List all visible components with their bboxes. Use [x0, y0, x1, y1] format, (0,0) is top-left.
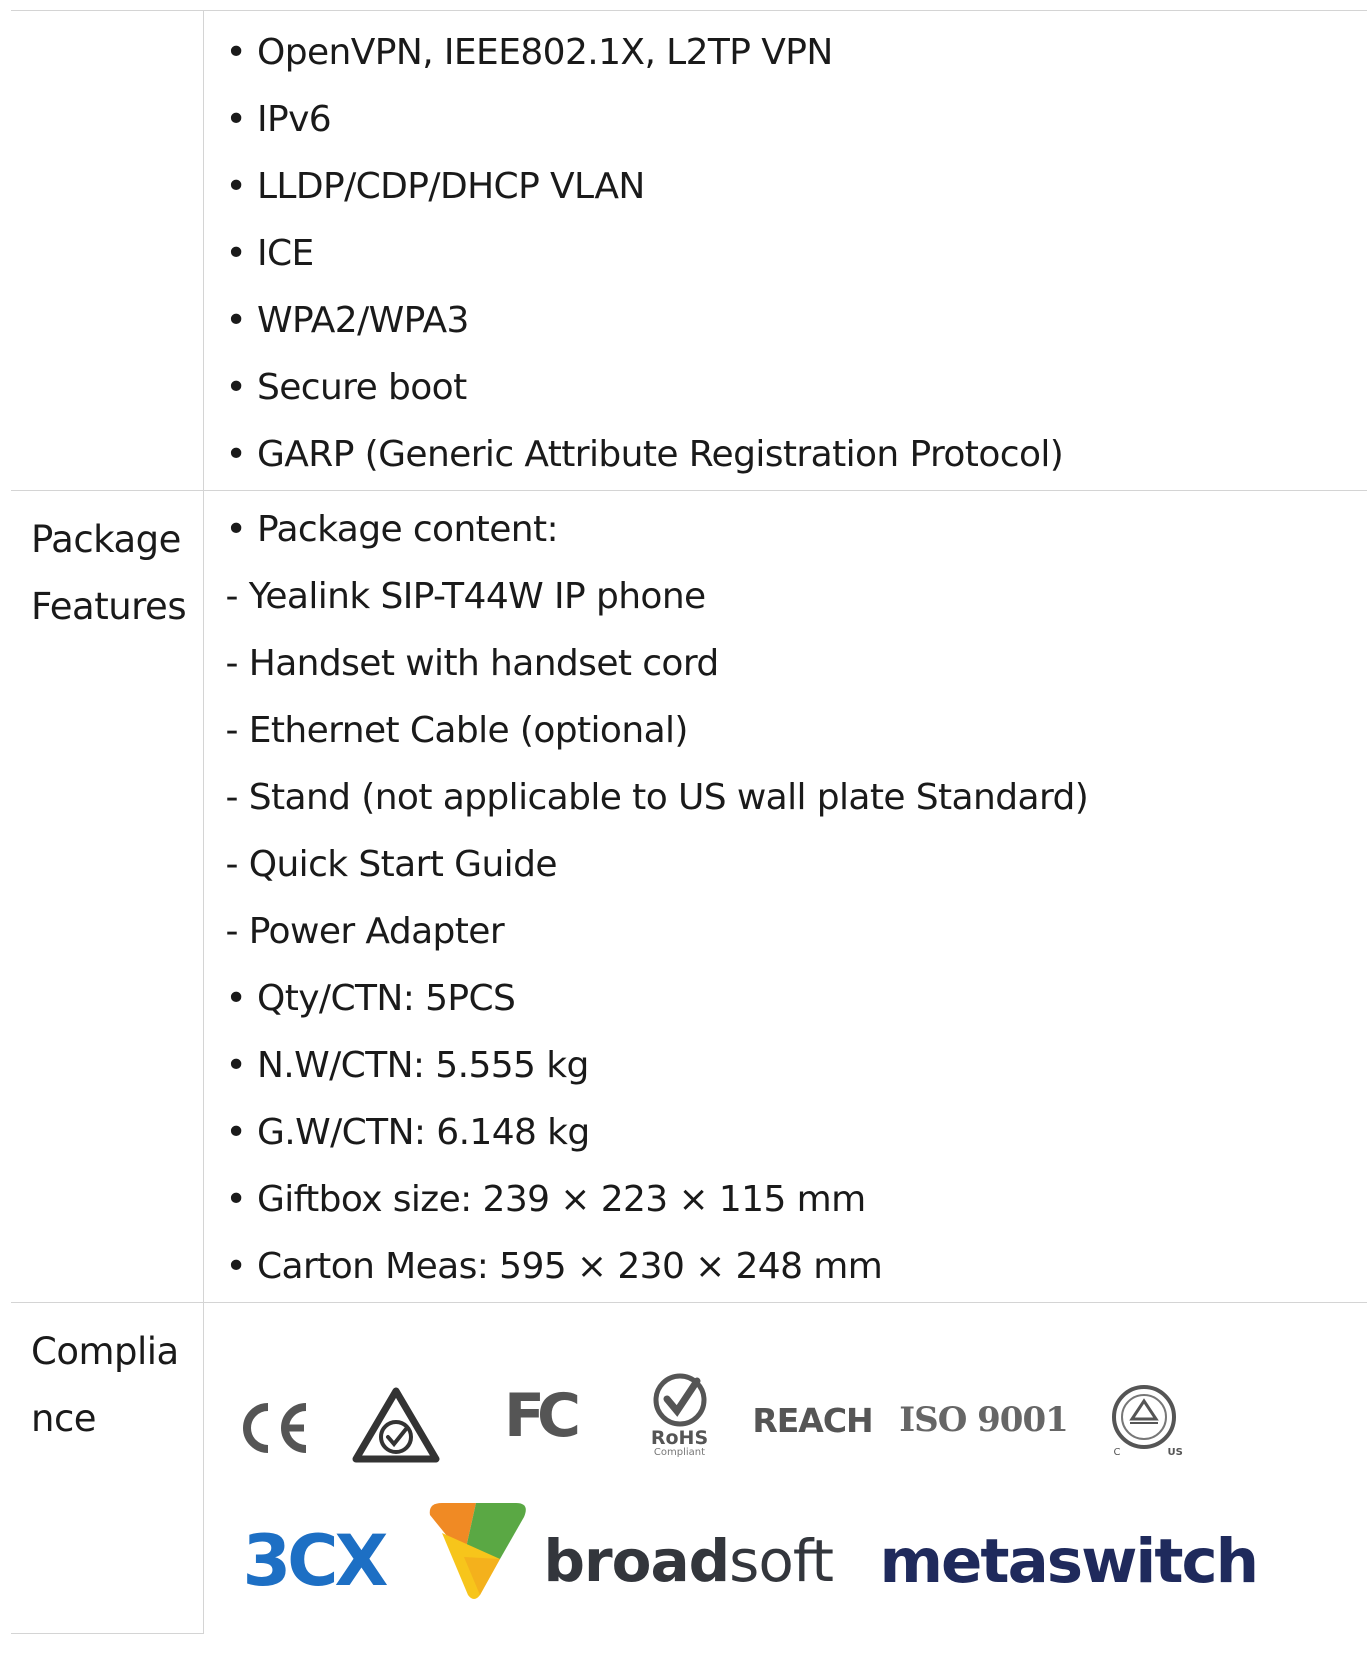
ce-mark-logo — [234, 1393, 314, 1463]
iso-9001-logo: ISO 9001 — [899, 1400, 1069, 1440]
list-item: • Qty/CTN: 5PCS — [225, 978, 516, 1019]
compliance-logos: FC RoHS Compliant REACH ISO 9001 C US 3C… — [204, 1303, 1367, 1633]
3cx-logo: 3CX — [242, 1520, 388, 1602]
list-item: • ICE — [225, 233, 315, 274]
broadsoft-mark-icon — [424, 1499, 532, 1603]
row-label-line: Features — [31, 585, 187, 628]
list-item: - Handset with handset cord — [225, 643, 720, 684]
row-label-line: Complia — [31, 1330, 179, 1373]
row-label-package-features: Package Features — [11, 491, 203, 640]
list-item: - Power Adapter — [225, 911, 505, 952]
tuv-mark-logo: C US — [1104, 1379, 1188, 1463]
list-item: • GARP (Generic Attribute Registration P… — [225, 434, 1064, 475]
broadsoft-wordmark: broad soft — [543, 1527, 834, 1595]
spec-row-package-features: Package Features • Package content: - Ye… — [11, 490, 1367, 1303]
list-item: - Ethernet Cable (optional) — [225, 710, 689, 751]
rohs-mark-logo: RoHS Compliant — [640, 1367, 720, 1463]
list-item: • Carton Meas: 595 × 230 × 248 mm — [225, 1246, 883, 1287]
list-item: • G.W/CTN: 6.148 kg — [225, 1112, 591, 1153]
row-label-line: Package — [31, 518, 181, 561]
rcm-mark-logo — [352, 1385, 440, 1465]
spec-table: • OpenVPN, IEEE802.1X, L2TP VPN • IPv6 •… — [11, 10, 1367, 1634]
list-item: • IPv6 — [225, 99, 332, 140]
list-item: • Secure boot — [225, 367, 468, 408]
list-item: - Stand (not applicable to US wall plate… — [225, 777, 1089, 818]
row-label-cell: Complia nce — [11, 1302, 204, 1634]
row-label-cell: Package Features — [11, 490, 204, 1303]
spec-row-compliance: Complia nce FC RoHS Compliant REACH ISO … — [11, 1302, 1367, 1634]
list-item: • N.W/CTN: 5.555 kg — [225, 1045, 590, 1086]
list-item: • WPA2/WPA3 — [225, 300, 470, 341]
spec-row-security: • OpenVPN, IEEE802.1X, L2TP VPN • IPv6 •… — [11, 10, 1367, 491]
list-item: • Package content: — [225, 509, 559, 550]
row-values-cell: • OpenVPN, IEEE802.1X, L2TP VPN • IPv6 •… — [203, 10, 1367, 491]
row-values-cell: • Package content: - Yealink SIP-T44W IP… — [203, 490, 1367, 1303]
row-label-line: nce — [31, 1397, 97, 1440]
list-item: • OpenVPN, IEEE802.1X, L2TP VPN — [225, 32, 834, 73]
list-item: • Giftbox size: 239 × 223 × 115 mm — [225, 1179, 867, 1220]
list-item: • LLDP/CDP/DHCP VLAN — [225, 166, 646, 207]
list-item: - Quick Start Guide — [225, 844, 558, 885]
reach-mark-logo: REACH — [752, 1400, 873, 1440]
list-item: - Yealink SIP-T44W IP phone — [225, 576, 707, 617]
row-label — [11, 11, 203, 26]
row-label-cell — [11, 10, 204, 491]
row-label-compliance: Complia nce — [11, 1303, 203, 1452]
fcc-mark-logo: FC — [503, 1381, 581, 1451]
metaswitch-logo: metaswitch — [879, 1525, 1260, 1597]
row-values-cell: FC RoHS Compliant REACH ISO 9001 C US 3C… — [203, 1302, 1367, 1633]
